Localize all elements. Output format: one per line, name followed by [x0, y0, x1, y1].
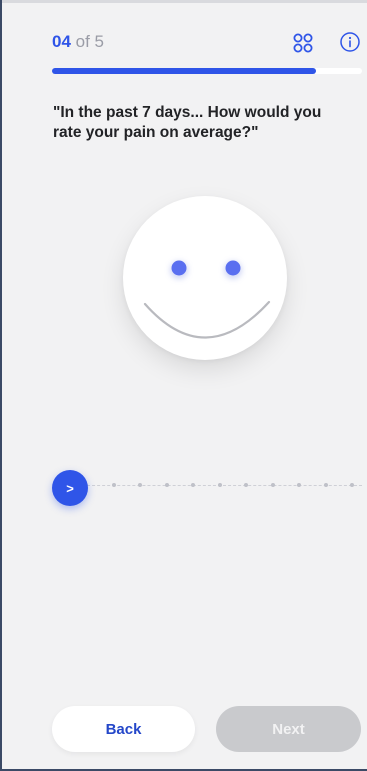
- grid-dots-icon[interactable]: [292, 32, 314, 54]
- slider-step-dot[interactable]: [164, 483, 169, 487]
- slider-step-dot[interactable]: [217, 483, 222, 487]
- pain-rating-slider[interactable]: >: [52, 468, 362, 506]
- info-icon[interactable]: [339, 31, 361, 53]
- slider-thumb[interactable]: >: [52, 470, 88, 506]
- step-indicator: 04 of 5: [52, 32, 104, 52]
- slider-step-dot[interactable]: [191, 483, 196, 487]
- slider-step-dot[interactable]: [244, 483, 249, 487]
- slider-step-dot[interactable]: [350, 483, 354, 487]
- header: 04 of 5: [52, 30, 362, 58]
- slider-step-dot[interactable]: [270, 483, 275, 487]
- step-total: of 5: [75, 32, 105, 51]
- slider-step-dot[interactable]: [297, 483, 302, 487]
- back-button[interactable]: Back: [52, 706, 195, 752]
- slider-step-dot[interactable]: [323, 483, 328, 487]
- smiley-face-icon: [123, 196, 287, 360]
- progress-bar: [52, 68, 362, 74]
- current-step: 04: [52, 32, 71, 51]
- survey-screen: 04 of 5 "In the past 7 days... How would…: [0, 0, 367, 771]
- slider-track[interactable]: [82, 485, 362, 486]
- top-edge: [2, 0, 367, 3]
- progress-bar-fill: [52, 68, 316, 74]
- next-button[interactable]: Next: [216, 706, 361, 752]
- slider-step-dot[interactable]: [138, 483, 143, 487]
- slider-step-dot[interactable]: [112, 483, 116, 487]
- question-text: "In the past 7 days... How would you rat…: [53, 104, 322, 141]
